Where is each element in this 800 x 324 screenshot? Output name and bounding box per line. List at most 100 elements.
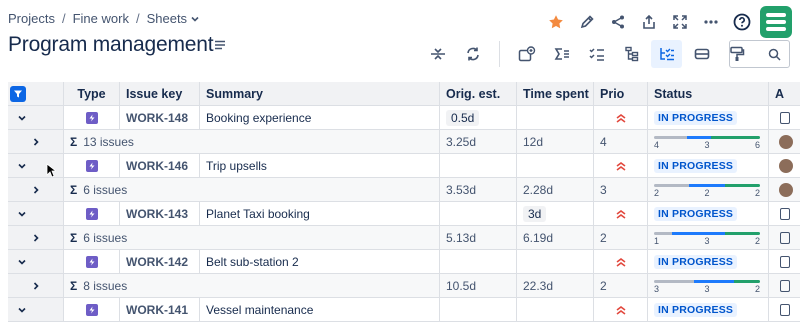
chevron-down-icon[interactable] <box>12 209 32 219</box>
assignee-cell[interactable] <box>769 226 800 250</box>
issue-count: 6 issues <box>83 182 128 197</box>
sum-time-spent: 6.19d <box>517 226 594 250</box>
app-logo[interactable] <box>760 6 792 38</box>
orig-est-cell[interactable] <box>440 202 517 226</box>
checklist-icon[interactable] <box>581 40 612 68</box>
status-cell[interactable]: IN PROGRESS <box>648 154 769 178</box>
search-input[interactable] <box>729 40 790 68</box>
table-row[interactable]: WORK-146 Trip upsells IN PROGRESS <box>8 154 800 178</box>
orig-est-cell[interactable] <box>440 250 517 274</box>
column-header-assignee[interactable]: A <box>769 82 800 106</box>
card-view-icon[interactable] <box>686 40 717 68</box>
priority-cell[interactable] <box>594 154 648 178</box>
table-row-summary[interactable]: Σ 8 issues 10.5d 22.3d 2 332 <box>8 274 800 298</box>
breadcrumb-fine-work[interactable]: Fine work <box>73 11 129 26</box>
hierarchy-icon[interactable] <box>616 40 647 68</box>
issue-key[interactable]: WORK-148 <box>126 111 188 125</box>
breadcrumb-sheets[interactable]: Sheets <box>147 11 200 26</box>
column-header-orig-est[interactable]: Orig. est. <box>440 82 517 106</box>
table-row-summary[interactable]: Σ 6 issues 5.13d 6.19d 2 1 3 2 <box>8 226 800 250</box>
priority-cell[interactable] <box>594 202 648 226</box>
assignee-cell[interactable] <box>769 154 800 178</box>
time-spent-cell[interactable] <box>517 250 594 274</box>
issue-key-cell[interactable]: WORK-146 <box>120 154 200 178</box>
status-cell[interactable]: IN PROGRESS <box>648 250 769 274</box>
issue-key[interactable]: WORK-141 <box>126 303 188 317</box>
orig-est-cell[interactable] <box>440 154 517 178</box>
time-spent-cell[interactable] <box>517 154 594 178</box>
issue-key-cell[interactable]: WORK-148 <box>120 106 200 130</box>
help-icon[interactable] <box>726 8 757 36</box>
add-dependency-icon[interactable] <box>511 40 542 68</box>
issue-key-cell[interactable]: WORK-143 <box>120 202 200 226</box>
status-cell[interactable]: IN PROGRESS <box>648 298 769 322</box>
chevron-right-icon[interactable] <box>26 137 46 147</box>
summary-cell[interactable]: Planet Taxi booking <box>200 202 440 226</box>
issue-key[interactable]: WORK-142 <box>126 255 188 269</box>
time-spent-cell[interactable]: 3d <box>517 202 594 226</box>
more-icon[interactable] <box>695 8 726 36</box>
status-cell[interactable]: IN PROGRESS <box>648 106 769 130</box>
issue-key-cell[interactable]: WORK-141 <box>120 298 200 322</box>
summary-cell[interactable]: Belt sub-station 2 <box>200 250 440 274</box>
table-row-summary[interactable]: Σ 6 issues 3.53d 2.28d 3 2 2 2 <box>8 178 800 202</box>
tree-view-icon[interactable] <box>651 40 682 68</box>
table-row[interactable]: WORK-148 Booking experience 0.5d IN PROG… <box>8 106 800 130</box>
chevron-down-icon[interactable] <box>12 113 32 123</box>
chevron-down-icon[interactable] <box>12 305 32 315</box>
chevron-down-icon[interactable] <box>12 161 32 171</box>
chevron-right-icon[interactable] <box>26 281 46 291</box>
row-height-icon[interactable] <box>422 40 453 68</box>
assignee-cell[interactable] <box>769 130 800 154</box>
status-cell[interactable]: IN PROGRESS <box>648 202 769 226</box>
issue-key[interactable]: WORK-143 <box>126 207 188 221</box>
star-icon[interactable] <box>540 8 571 36</box>
priority-cell[interactable] <box>594 250 648 274</box>
priority-high-icon <box>616 113 625 123</box>
breadcrumb-projects[interactable]: Projects <box>8 11 55 26</box>
table-row-summary[interactable]: Σ 13 issues 3.25d 12d 4 4 3 6 <box>8 130 800 154</box>
share-icon[interactable] <box>602 8 633 36</box>
orig-est-cell[interactable] <box>440 298 517 322</box>
fullscreen-icon[interactable] <box>664 8 695 36</box>
menu-icon[interactable] <box>214 38 226 56</box>
table-row[interactable]: WORK-141 Vessel maintenance IN PROGRESS <box>8 298 800 322</box>
assignee-cell[interactable] <box>769 202 800 226</box>
export-icon[interactable] <box>633 8 664 36</box>
issue-key-cell[interactable]: WORK-142 <box>120 250 200 274</box>
table-row[interactable]: WORK-143 Planet Taxi booking 3d IN PROGR… <box>8 202 800 226</box>
priority-cell[interactable] <box>594 298 648 322</box>
table-row[interactable]: WORK-142 Belt sub-station 2 IN PROGRESS <box>8 250 800 274</box>
toolbar <box>422 40 756 68</box>
assignee-cell[interactable] <box>769 106 800 130</box>
progress-done <box>724 231 760 235</box>
column-header-type[interactable]: Type <box>64 82 120 106</box>
filter-icon[interactable] <box>10 85 26 102</box>
sum-count-cell: Σ 6 issues <box>64 178 440 202</box>
chevron-down-icon[interactable] <box>12 257 32 267</box>
summary-cell[interactable]: Vessel maintenance <box>200 298 440 322</box>
summary-cell[interactable]: Booking experience <box>200 106 440 130</box>
assignee-cell[interactable] <box>769 298 800 322</box>
summary-cell[interactable]: Trip upsells <box>200 154 440 178</box>
column-header-prio[interactable]: Prio <box>594 82 648 106</box>
sum-icon[interactable] <box>546 40 577 68</box>
column-header-summary[interactable]: Summary <box>200 82 440 106</box>
edit-icon[interactable] <box>571 8 602 36</box>
priority-high-icon <box>616 257 625 267</box>
column-header-status[interactable]: Status <box>648 82 769 106</box>
time-spent-cell[interactable] <box>517 298 594 322</box>
assignee-cell[interactable] <box>769 274 800 298</box>
sum-count-cell: Σ 6 issues <box>64 226 440 250</box>
chevron-right-icon[interactable] <box>26 233 46 243</box>
refresh-icon[interactable] <box>457 40 488 68</box>
assignee-cell[interactable] <box>769 250 800 274</box>
chevron-right-icon[interactable] <box>26 185 46 195</box>
priority-cell[interactable] <box>594 106 648 130</box>
column-header-time-spent[interactable]: Time spent <box>517 82 594 106</box>
orig-est-cell[interactable]: 0.5d <box>440 106 517 130</box>
issue-key[interactable]: WORK-146 <box>126 159 188 173</box>
time-spent-cell[interactable] <box>517 106 594 130</box>
column-header-issue-key[interactable]: Issue key <box>120 82 200 106</box>
assignee-cell[interactable] <box>769 178 800 202</box>
